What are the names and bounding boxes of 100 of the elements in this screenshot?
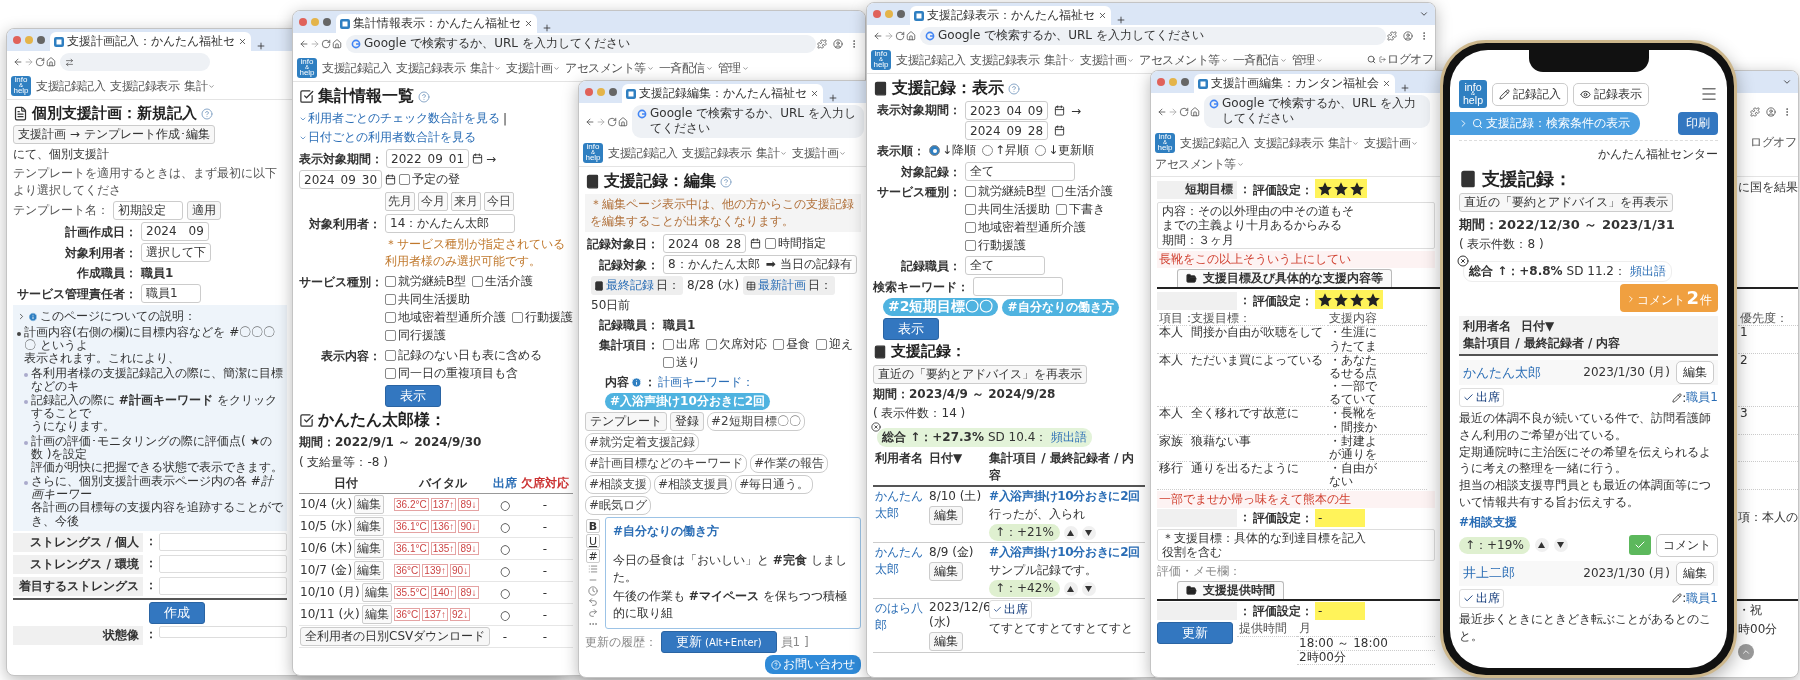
nav-menu-item[interactable]: 支援記録記入 [322, 59, 391, 77]
input-field[interactable]: 14：かんたん太郎 [385, 214, 515, 233]
header-button[interactable]: 記録記入 [1492, 82, 1568, 106]
home-icon[interactable] [46, 57, 56, 67]
site-settings-icon[interactable] [65, 57, 74, 67]
address-field[interactable] [60, 53, 210, 71]
tag-chip[interactable]: #相談支援員 [654, 475, 733, 494]
date-field[interactable]: 2024 09 30 [299, 170, 383, 189]
date-field[interactable]: 2022 09 01 [386, 149, 470, 168]
extension-icon[interactable] [1750, 106, 1760, 117]
nav-menu-item[interactable]: 支援記録記入 [608, 144, 677, 162]
reload-icon[interactable] [321, 39, 331, 49]
nav-menu-item[interactable]: 支援記録記入 [1180, 134, 1249, 152]
up-button[interactable] [1063, 581, 1078, 596]
address-field[interactable]: Google で検索するか、URL を入力してください [1204, 95, 1430, 128]
nav-menu-item[interactable]: アセスメント等 [1139, 51, 1228, 69]
edit-button[interactable]: 編集 [1676, 361, 1714, 384]
home-icon[interactable] [1190, 106, 1200, 117]
apply-button[interactable]: 適用 [187, 201, 221, 220]
frequent-words-link[interactable]: 頻出語 [1051, 429, 1088, 446]
nav-menu-item[interactable]: 支援記録表示 [110, 77, 179, 95]
help-icon[interactable] [418, 90, 430, 103]
home-icon[interactable] [618, 116, 628, 127]
tab-list-icon[interactable] [1419, 9, 1429, 19]
profile-icon[interactable] [1766, 106, 1776, 117]
up-button[interactable] [1063, 525, 1078, 540]
confirm-button[interactable] [1629, 535, 1651, 556]
checkbox[interactable] [663, 357, 674, 368]
checkbox[interactable] [385, 368, 396, 379]
show-button[interactable]: 表示 [385, 385, 441, 407]
date-field[interactable]: 2024 09 28 [965, 121, 1049, 140]
breadcrumb-button[interactable]: 支援計画 → テンプレート作成･編集 [13, 125, 215, 144]
update-button[interactable]: 更新 (Alt+Enter) [661, 631, 777, 653]
checkbox[interactable] [965, 222, 976, 233]
nav-menu-item[interactable]: 集計 [184, 77, 215, 95]
search-icon[interactable] [1367, 54, 1376, 64]
calendar-icon[interactable] [385, 174, 397, 185]
browser-tab[interactable]: 支援計画記入：かんたん福祉セ [50, 32, 251, 51]
forward-icon[interactable] [884, 31, 894, 41]
user-name-link[interactable]: のはら八郎 [875, 600, 925, 634]
edit-button[interactable]: 編集 [929, 506, 963, 525]
tab-list-icon[interactable] [1782, 77, 1792, 87]
date-field[interactable]: 2023 04 09 [965, 101, 1049, 120]
redo-icon[interactable] [588, 608, 598, 618]
keyword-link[interactable]: #入浴声掛け10分おきに2回 [989, 488, 1140, 505]
browser-tab[interactable]: 支援計画編集：カンタン福祉会 [1194, 74, 1395, 93]
resummary-button[interactable]: 直近の「要約とアドバイス」を再表示 [873, 365, 1087, 384]
close-tab-icon[interactable] [1382, 79, 1391, 88]
input-field[interactable]: 全て [965, 256, 1045, 275]
calendar-icon[interactable] [750, 238, 762, 249]
nav-menu-item[interactable]: 一斉配信 [658, 59, 713, 77]
browser-tab[interactable]: 支援記録表示：かんたん福祉セ [910, 6, 1111, 25]
checkbox[interactable] [773, 339, 784, 350]
help-icon[interactable] [1008, 82, 1020, 95]
home-icon[interactable] [906, 31, 916, 41]
forward-icon[interactable] [596, 116, 606, 127]
radio-button[interactable] [929, 145, 940, 156]
nav-menu-item[interactable]: 管理 [1291, 51, 1323, 69]
up-button[interactable] [1534, 538, 1549, 553]
checkbox[interactable] [1052, 186, 1064, 197]
toggle-link[interactable]: 日付ごとの利用者数合計を見る [299, 129, 476, 146]
extension-icon[interactable] [1387, 31, 1397, 41]
nav-menu-item[interactable]: 集計 [470, 59, 501, 77]
format-button[interactable]: # [586, 549, 600, 563]
help-icon[interactable] [720, 175, 732, 188]
frequent-words-link[interactable]: 頻出語 [1629, 263, 1666, 280]
comment-button[interactable]: コメント [1656, 533, 1718, 557]
logout-button[interactable]: ログオフ [1379, 50, 1433, 68]
edit-button[interactable]: 編集 [354, 517, 385, 536]
checkbox[interactable] [965, 186, 976, 197]
author-link[interactable]: 職員1 [1686, 389, 1718, 406]
author-link[interactable]: 職員1 [1686, 589, 1718, 607]
list-icon[interactable] [588, 564, 598, 574]
reload-icon[interactable] [895, 31, 905, 41]
back-icon[interactable] [299, 39, 309, 49]
checkbox[interactable] [765, 238, 777, 249]
scroll-top-button[interactable] [1738, 644, 1754, 661]
down-button[interactable] [1553, 538, 1568, 553]
tag-chip[interactable]: #計画目標などのキーワード [585, 454, 748, 473]
toggle-link[interactable]: 利用者ごとのチェック数合計を見る [299, 110, 500, 127]
edit-button[interactable]: 編集 [361, 583, 392, 602]
new-tab-icon[interactable] [1116, 15, 1126, 25]
nav-menu-item[interactable]: 支援計画 [506, 59, 560, 77]
logout-button[interactable]: ログオフ [1750, 133, 1796, 151]
down-button[interactable] [1081, 525, 1096, 540]
clock-icon[interactable] [588, 586, 598, 596]
shortcut-button[interactable]: 今月 [418, 192, 448, 211]
nav-menu-item[interactable]: 支援記録表示 [682, 144, 751, 162]
calendar-icon[interactable] [1054, 105, 1066, 116]
create-button[interactable]: 作成 [149, 601, 205, 624]
close-tab-icon[interactable] [238, 37, 247, 46]
browser-tab[interactable]: 支援記録編集：かんたん福祉セ [622, 84, 823, 103]
menu-icon[interactable] [1700, 85, 1718, 103]
radio-button[interactable] [982, 145, 994, 156]
header-button[interactable]: 記録表示 [1573, 82, 1649, 106]
shortcut-button[interactable]: 先月 [385, 192, 415, 211]
checkbox[interactable] [663, 339, 674, 350]
checkbox[interactable] [512, 312, 523, 323]
nav-menu-item[interactable]: 支援記録記入 [36, 77, 105, 95]
checkbox[interactable] [706, 339, 717, 350]
